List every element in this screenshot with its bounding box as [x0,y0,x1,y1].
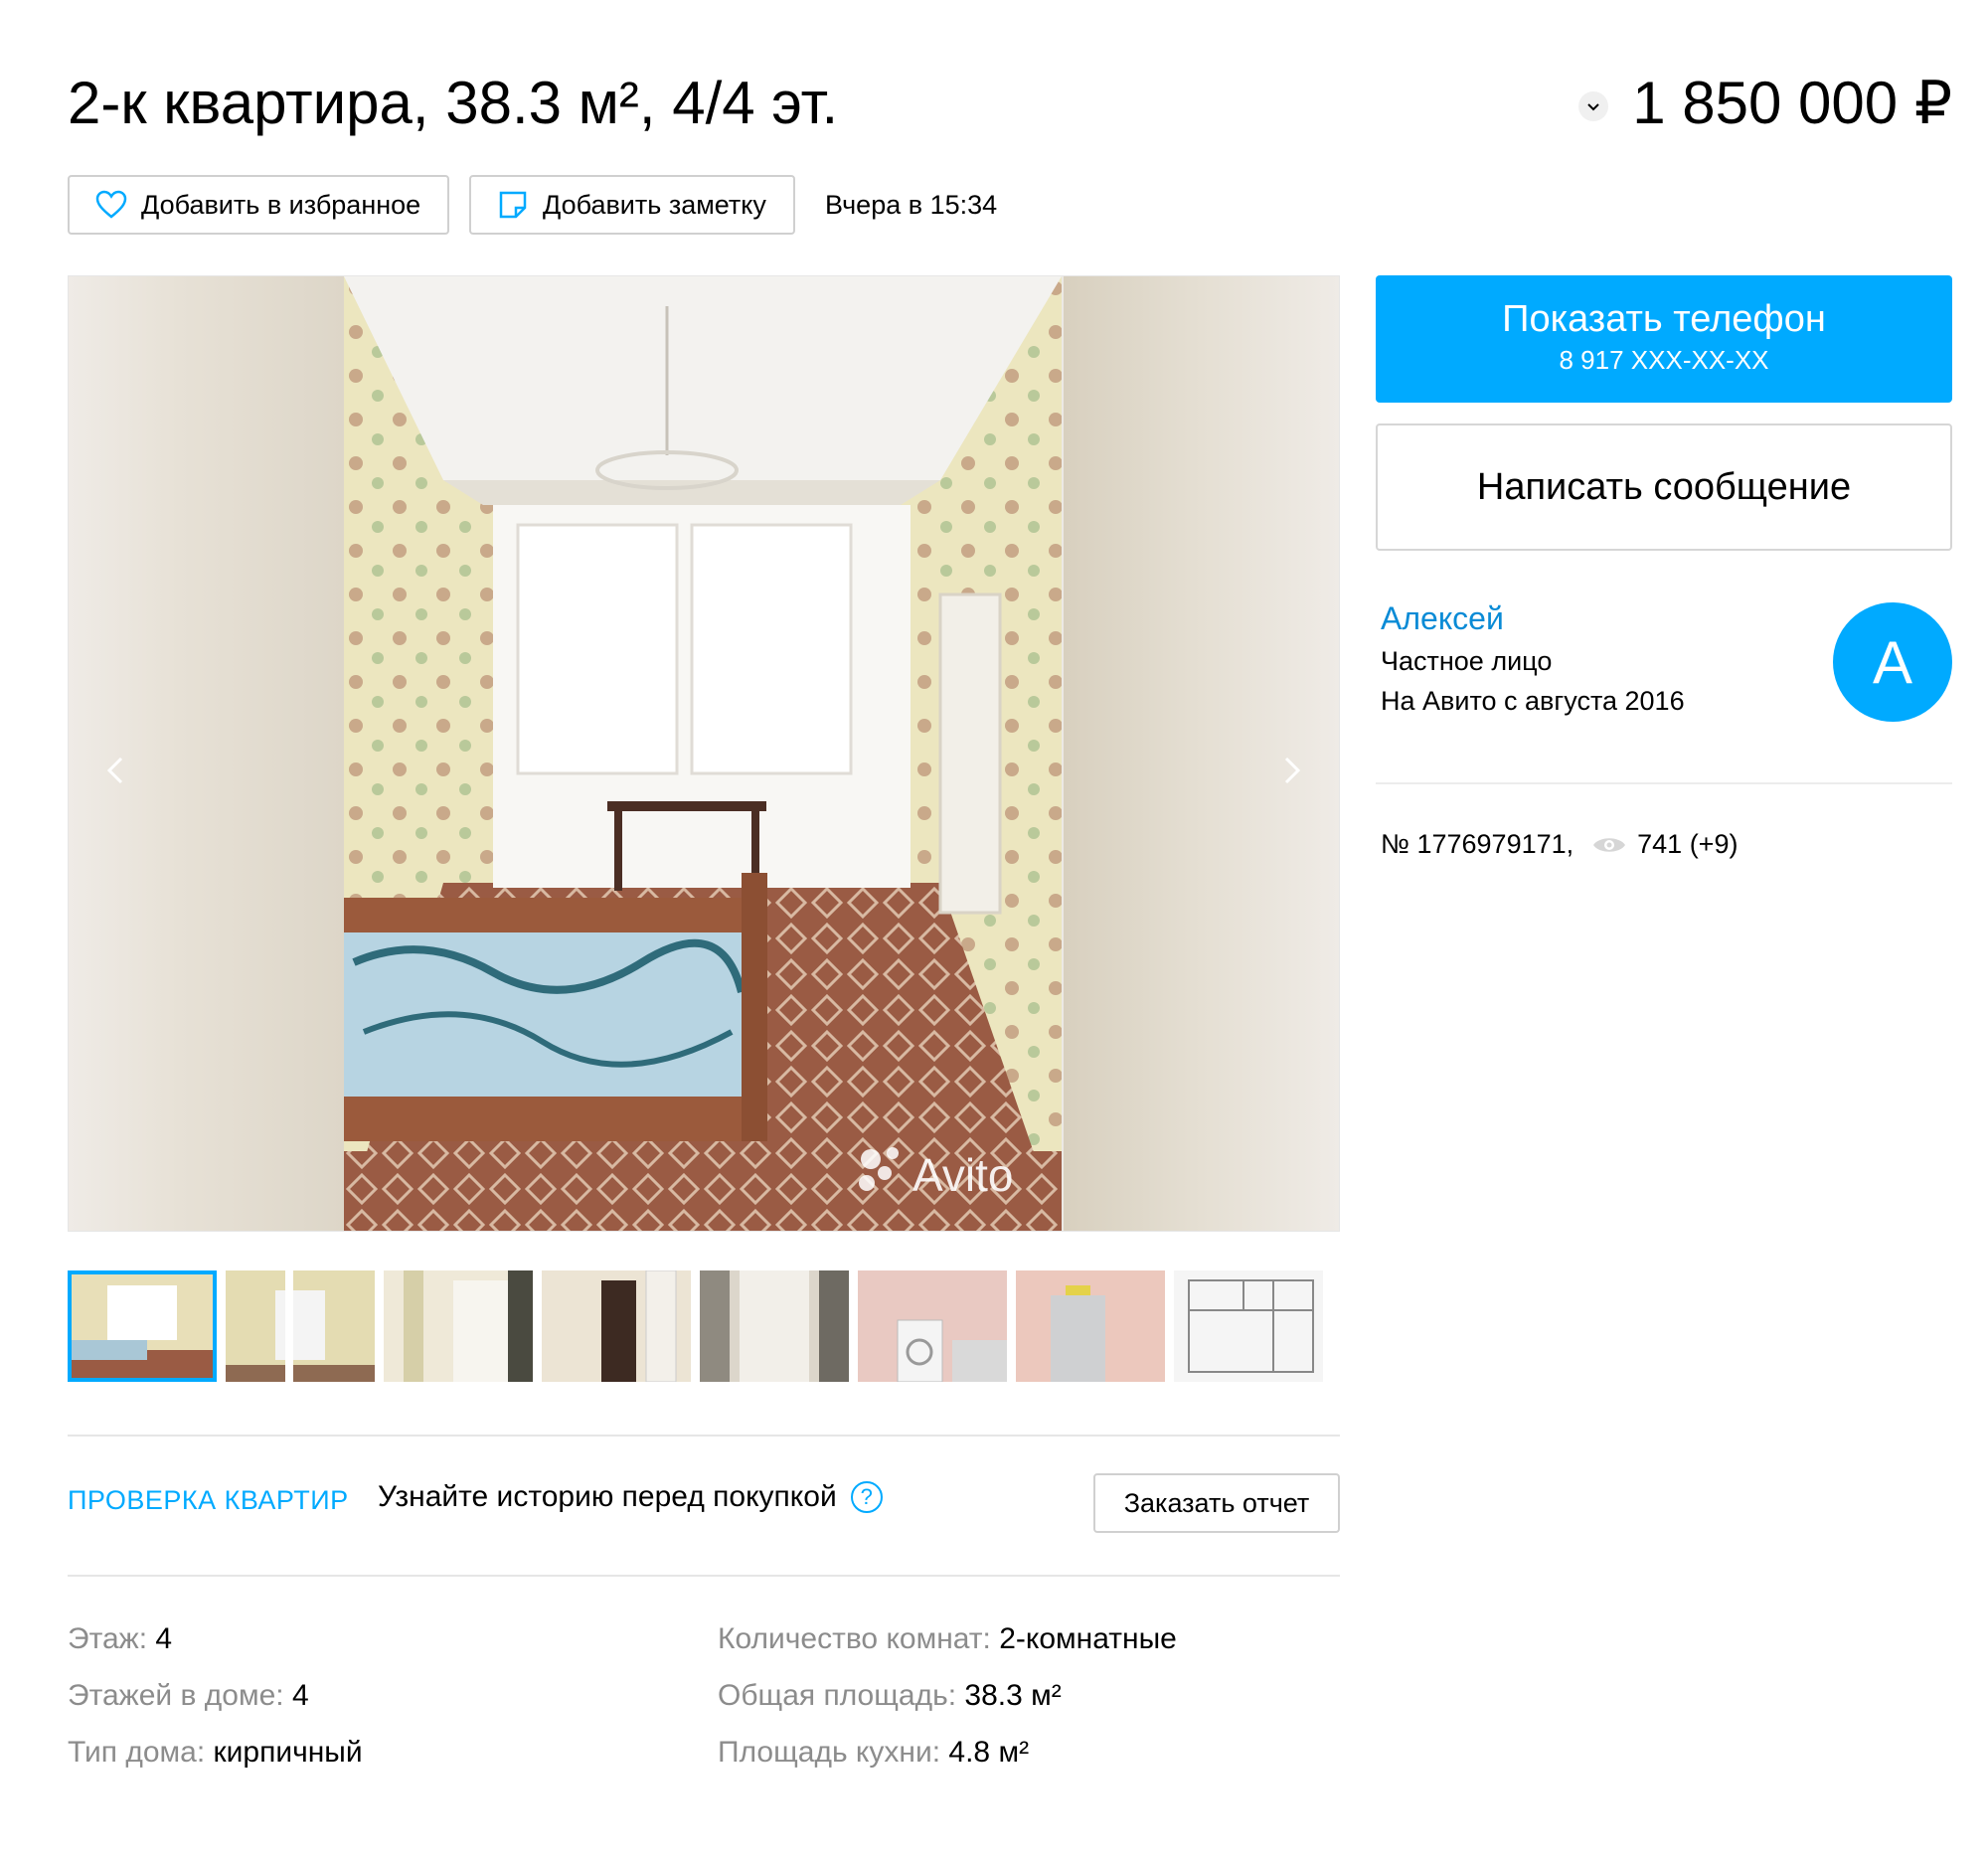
show-phone-label: Показать телефон [1502,298,1826,340]
thumbnail-room-window[interactable] [226,1270,375,1382]
thumbnail-hallway[interactable] [542,1270,691,1382]
avito-watermark: Avito [912,1149,1013,1201]
ad-number: № 1776979171, [1381,829,1574,859]
heart-icon [93,187,129,223]
add-to-favorites-label: Добавить в избранное [141,189,421,220]
sidebar-divider [1376,782,1952,784]
param-floors-total: Этажей в доме: 4 [68,1679,309,1712]
phone-mask: 8 917 XXX-XX-XX [1559,345,1769,375]
publish-date: Вчера в 15:34 [825,190,998,220]
seller-type: Частное лицо [1381,646,1553,676]
gallery-next-arrow-icon[interactable] [1272,751,1312,790]
thumbnail-strip [68,1270,1332,1382]
ad-meta: № 1776979171, 741 (+9) [1381,829,1738,860]
views-count: 741 (+9) [1637,829,1739,859]
listing-price: 1 850 000 ₽ [1632,70,1952,136]
eye-icon [1591,834,1627,856]
param-kitchen-area: Площадь кухни: 4.8 м² [718,1736,1030,1769]
section-divider [68,1435,1340,1437]
write-message-button[interactable]: Написать сообщение [1376,423,1952,551]
params-right: Количество комнат: 2-комнатные Общая пло… [718,1610,1177,1780]
price-chevron-icon[interactable] [1578,91,1609,121]
listing-title: 2-к квартира, 38.3 м², 4/4 эт. [68,70,839,136]
order-report-button[interactable]: Заказать отчет [1093,1473,1340,1533]
params-left: Этаж: 4 Этажей в доме: 4 Тип дома: кирпи… [68,1610,363,1780]
thumbnail-floor-plan[interactable] [1174,1270,1323,1382]
param-house-type: Тип дома: кирпичный [68,1736,363,1769]
main-photo[interactable]: Avito [344,276,1062,1231]
add-to-favorites-button[interactable]: Добавить в избранное [68,175,449,235]
seller-since: На Авито с августа 2016 [1381,686,1685,716]
thumbnail-bedroom[interactable] [68,1270,217,1382]
seller-avatar[interactable]: А [1833,602,1952,722]
note-icon [495,187,531,223]
thumbnail-kitchen-washer[interactable] [858,1270,1007,1382]
photo-gallery[interactable]: Avito [68,275,1340,1232]
thumbnail-bathroom-door[interactable] [700,1270,849,1382]
apartment-check-description: Узнайте историю перед покупкой [378,1480,837,1513]
help-icon[interactable]: ? [850,1481,883,1513]
show-phone-button[interactable]: Показать телефон 8 917 XXX-XX-XX [1376,275,1952,403]
param-floor: Этаж: 4 [68,1622,173,1655]
add-note-button[interactable]: Добавить заметку [469,175,795,235]
thumbnail-kitchen-fridge[interactable] [1016,1270,1165,1382]
add-note-label: Добавить заметку [543,189,766,220]
param-total-area: Общая площадь: 38.3 м² [718,1679,1062,1712]
param-rooms: Количество комнат: 2-комнатные [718,1622,1177,1655]
apartment-check-label[interactable]: ПРОВЕРКА КВАРТИР [68,1485,349,1516]
thumbnail-room-door[interactable] [384,1270,533,1382]
section-divider [68,1575,1340,1577]
gallery-prev-arrow-icon[interactable] [95,751,135,790]
seller-name-link[interactable]: Алексей [1381,600,1504,637]
apartment-check-text: Узнайте историю перед покупкой ? [378,1480,883,1514]
price-block: 1 850 000 ₽ [1578,64,1952,143]
